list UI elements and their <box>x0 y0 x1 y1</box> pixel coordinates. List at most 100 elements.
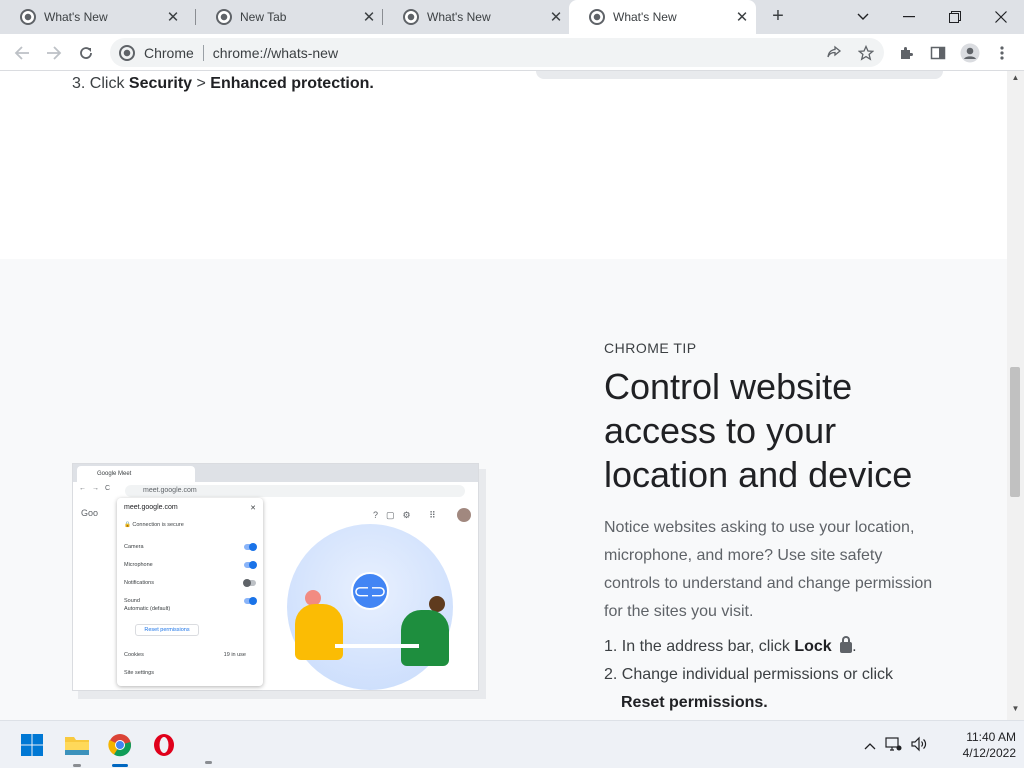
step-3-text: 3. Click Security > Enhanced protection. <box>72 75 374 93</box>
close-tab-icon[interactable]: ✕ <box>359 8 379 26</box>
tab-new-tab[interactable]: New Tab ✕ <box>196 0 383 34</box>
clock-time: 11:40 AM <box>966 730 1016 744</box>
lock-icon <box>840 636 853 653</box>
tip-title: Control website access to your location … <box>604 366 913 495</box>
volume-icon[interactable] <box>910 736 928 755</box>
page-content: 3. Click Security > Enhanced protection.… <box>0 71 1007 720</box>
scroll-up-arrow-icon[interactable]: ▲ <box>1007 73 1024 85</box>
omnibox[interactable]: Chrome chrome://whats-new <box>110 38 884 67</box>
popup-title: meet.google.com <box>124 504 178 511</box>
cookies-label: Cookies <box>124 652 144 658</box>
reload-icon[interactable] <box>72 39 100 67</box>
taskbar-hidden-indicator <box>205 761 212 764</box>
tip-step-1: 1. In the address bar, click Lock . <box>604 633 857 661</box>
close-window-button[interactable] <box>978 0 1024 34</box>
camera-label: Camera <box>124 544 144 550</box>
popup-connection-row: 🔒 Connection is secure <box>124 522 184 528</box>
tip-label: CHROME TIP <box>604 340 697 356</box>
illustration-app-name: Goo <box>81 508 99 518</box>
notifications-label: Notifications <box>124 580 154 586</box>
microphone-toggle <box>244 561 257 569</box>
close-tab-icon[interactable]: ✕ <box>546 8 566 26</box>
popup-notifications-row: Notifications <box>124 578 256 588</box>
page-scrollbar[interactable]: ▲ ▼ <box>1007 71 1024 720</box>
chrome-favicon-icon <box>589 9 605 25</box>
popup-microphone-row: Microphone <box>124 560 257 570</box>
omnibox-url[interactable]: chrome://whats-new <box>213 45 338 61</box>
taskbar-indicator <box>73 764 81 767</box>
system-tray <box>864 721 928 769</box>
windows-taskbar: 11:40 AM 4/12/2022 <box>0 720 1024 768</box>
tip-step-2-reset-permissions: Reset permissions. <box>621 694 768 711</box>
tab-search-chevron-icon[interactable] <box>840 0 886 34</box>
popup-close-icon: ✕ <box>250 505 256 512</box>
tab-whats-new-3[interactable]: What's New ✕ <box>383 0 570 34</box>
illustration-table <box>335 644 419 648</box>
windows-start-icon[interactable] <box>16 729 48 761</box>
scrollbar-thumb[interactable] <box>1010 367 1020 497</box>
site-permissions-illustration: Google Meet ←→C meet.google.com Goo ?▢⚙ … <box>72 463 486 699</box>
tab-strip: What's New ✕ New Tab ✕ What's New ✕ What… <box>0 0 1024 34</box>
profile-avatar-icon[interactable] <box>956 39 984 67</box>
microphone-label: Microphone <box>124 562 153 568</box>
chrome-taskbar-icon[interactable] <box>104 729 136 767</box>
tab-title: New Tab <box>240 10 287 24</box>
bookmark-star-icon[interactable] <box>852 39 880 67</box>
illustration-reset-permissions-button: Reset permissions <box>135 624 199 636</box>
chrome-favicon-icon <box>20 9 36 25</box>
popup-connection-text: Connection is secure <box>132 522 184 528</box>
tip-step-1-suffix: . <box>852 638 857 655</box>
illustration-url: meet.google.com <box>125 485 465 497</box>
tab-title: What's New <box>44 10 108 24</box>
illustration-tab-bar: Google Meet <box>73 464 478 482</box>
step-3-security: Security <box>128 75 193 92</box>
tip-step-1-prefix: 1. In the address bar, click <box>604 638 795 655</box>
forward-arrow-icon[interactable] <box>40 39 68 67</box>
illustration-nav-icons: ←→C <box>79 485 117 492</box>
taskbar-clock[interactable]: 11:40 AM 4/12/2022 <box>944 729 1016 761</box>
browser-toolbar: Chrome chrome://whats-new <box>0 34 1024 71</box>
show-hidden-icons-chevron-icon[interactable] <box>864 737 876 753</box>
illustration-person-left <box>295 604 343 660</box>
tip-body: Notice websites asking to use your locat… <box>604 519 933 620</box>
chrome-site-icon[interactable] <box>119 44 135 61</box>
share-icon[interactable] <box>820 39 848 67</box>
tab-title: What's New <box>427 10 491 24</box>
illustration-site-info-popup: meet.google.com ✕ 🔒 Connection is secure… <box>117 498 263 686</box>
close-tab-icon[interactable]: ✕ <box>732 8 752 26</box>
tip-step-2-bold: Reset permissions. <box>621 689 768 717</box>
omnibox-divider <box>202 44 204 61</box>
side-panel-icon[interactable] <box>924 39 952 67</box>
illustration-person-right <box>401 610 449 666</box>
chrome-menu-icon[interactable] <box>988 39 1016 67</box>
tip-step-1-lock: Lock <box>794 638 832 655</box>
scroll-down-arrow-icon[interactable]: ▼ <box>1007 704 1024 716</box>
illustration-meet-icons: ?▢⚙ ⠿ <box>373 510 444 520</box>
restore-button[interactable] <box>932 0 978 34</box>
chrome-tip-section: Google Meet ←→C meet.google.com Goo ?▢⚙ … <box>0 259 1007 720</box>
illustration-browser-window: Google Meet ←→C meet.google.com Goo ?▢⚙ … <box>72 463 479 691</box>
step-3-prefix: 3. Click <box>72 75 129 92</box>
tab-whats-new-active[interactable]: What's New ✕ <box>569 0 756 34</box>
popup-sound-sub: Automatic (default) <box>124 606 171 612</box>
cookies-count: 19 in use <box>223 652 246 658</box>
card-bottom-edge <box>536 71 943 79</box>
network-icon[interactable] <box>884 736 902 755</box>
tip-step-2: 2. Change individual permissions or clic… <box>604 666 894 683</box>
minimize-button[interactable] <box>886 0 932 34</box>
illustration-tab: Google Meet <box>77 466 195 482</box>
chrome-favicon-icon <box>403 9 419 25</box>
notifications-toggle <box>243 579 256 587</box>
camera-toggle <box>244 543 257 551</box>
file-explorer-icon[interactable] <box>61 729 93 767</box>
tab-whats-new-1[interactable]: What's New ✕ <box>0 0 187 34</box>
close-tab-icon[interactable]: ✕ <box>163 8 183 26</box>
opera-icon[interactable] <box>148 729 180 761</box>
taskbar-active-indicator <box>112 764 128 767</box>
popup-cookies-row: Cookies 19 in use <box>124 650 256 660</box>
step-3-separator: > <box>192 75 211 92</box>
popup-camera-row: Camera <box>124 542 257 552</box>
back-arrow-icon[interactable] <box>8 39 36 67</box>
new-tab-button[interactable]: + <box>766 5 790 29</box>
extensions-puzzle-icon[interactable] <box>892 39 920 67</box>
